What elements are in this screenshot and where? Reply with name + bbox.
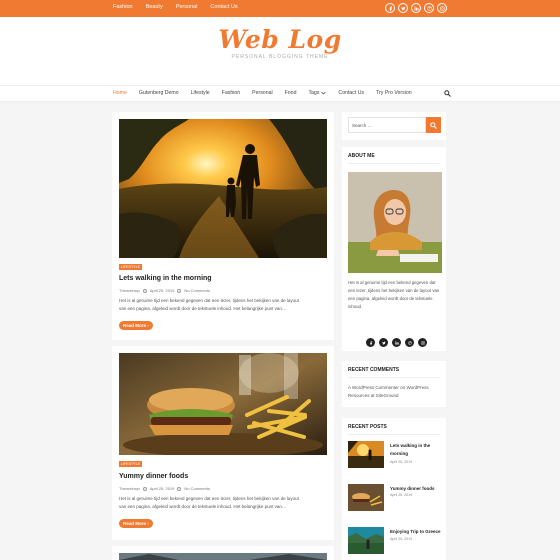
nav-item-home[interactable]: Home (113, 90, 127, 96)
nav-item-tags[interactable]: Tags (308, 90, 327, 96)
recent-post-title[interactable]: Yummy dinner foods (390, 485, 442, 493)
nav-item-food[interactable]: Food (285, 90, 297, 96)
top-social-links (385, 3, 447, 13)
comment-icon (177, 486, 182, 491)
nav-item-fashion[interactable]: Fashion (222, 90, 240, 96)
recent-posts-widget: Recent Posts Lets walking in the morning… (342, 418, 446, 560)
recent-post-date: April 25, 2019 (390, 460, 413, 464)
widget-title: About Me (348, 153, 375, 159)
recent-post-thumbnail[interactable] (348, 484, 384, 511)
post-card (112, 546, 334, 560)
post-featured-image-walking[interactable] (119, 119, 327, 258)
post-card: Lifestyle Yummy dinner foods Themeinwp A… (112, 346, 334, 540)
about-me-text: Het is al geruime tijd een bekend gegeve… (348, 280, 440, 309)
widget-divider (348, 163, 440, 164)
post-excerpt-line: van een pagina, afgeleid wordt door de t… (119, 306, 287, 311)
twitter-icon[interactable] (379, 338, 388, 347)
recent-post-item[interactable]: Yummy dinner foods April 25, 2019 (348, 484, 442, 511)
about-me-widget: About Me Het is al geruime tijd een beke… (342, 147, 446, 351)
twitter-icon[interactable] (398, 3, 408, 13)
site-tagline: Personal Blogging Theme (231, 54, 329, 60)
top-menu: Fashion Beauty Personal Contact Us (113, 4, 251, 10)
recent-post-thumbnail[interactable] (348, 527, 384, 554)
search-input[interactable]: Search … (348, 117, 426, 133)
widget-title: Recent Comments (348, 367, 400, 373)
instagram-icon[interactable] (437, 3, 447, 13)
linkedin-icon[interactable] (392, 338, 401, 347)
post-comments-link[interactable]: No Comments (184, 486, 210, 491)
search-icon (430, 121, 437, 129)
post-excerpt-line: van een pagina, afgeleid wordt door de t… (119, 504, 287, 509)
recent-post-date: April 25, 2019 (390, 537, 413, 541)
recent-post-title[interactable]: Lets walking in the morning (390, 442, 442, 457)
recent-post-title[interactable]: Enjoying Trip to Greece (390, 528, 442, 536)
post-comments-link[interactable]: No Comments (184, 288, 210, 293)
read-more-button[interactable]: Read More › (119, 321, 153, 330)
post-excerpt: Het is al geruime tijd een bekend gegeve… (119, 297, 329, 313)
recent-post-date: April 25, 2019 (390, 493, 413, 497)
dribbble-icon[interactable] (405, 338, 414, 347)
post-author[interactable]: Themeinwp (119, 486, 140, 491)
site-title[interactable]: Web Log (0, 25, 560, 54)
widget-divider (348, 377, 440, 378)
top-menu-item-contact[interactable]: Contact Us (210, 4, 237, 10)
widget-title: Recent Posts (348, 424, 387, 430)
post-excerpt: Het is al geruime tijd een bekend gegeve… (119, 495, 329, 511)
linkedin-icon[interactable] (411, 3, 421, 13)
post-excerpt-line: Het is al geruime tijd een bekend gegeve… (119, 496, 299, 501)
post-title[interactable]: Yummy dinner foods (119, 473, 188, 480)
top-bar: Fashion Beauty Personal Contact Us (0, 0, 560, 17)
comment-icon (177, 288, 182, 293)
post-author[interactable]: Themeinwp (119, 288, 140, 293)
recent-comment-item[interactable]: A WordPress Commenter on WordPress Resou… (348, 384, 442, 400)
main-navigation: Home Gutenberg Demo Lifestyle Fashion Pe… (0, 85, 560, 102)
nav-item-contact-us[interactable]: Contact Us (338, 90, 364, 96)
nav-item-tags-label: Tags (308, 90, 320, 96)
nav-item-try-pro[interactable]: Try Pro Version (376, 90, 412, 96)
search-widget: Search … (342, 112, 446, 140)
chevron-down-icon (321, 91, 327, 95)
nav-item-lifestyle[interactable]: Lifestyle (191, 90, 210, 96)
dribbble-icon[interactable] (424, 3, 434, 13)
recent-post-item[interactable]: Enjoying Trip to Greece April 25, 2019 (348, 527, 442, 554)
post-category-badge[interactable]: Lifestyle (119, 461, 142, 467)
top-menu-item-beauty[interactable]: Beauty (146, 4, 163, 10)
about-me-photo (348, 172, 442, 273)
recent-post-item[interactable]: Lets walking in the morning April 25, 20… (348, 441, 442, 468)
facebook-icon[interactable] (366, 338, 375, 347)
post-category-badge[interactable]: Lifestyle (119, 264, 142, 270)
about-social-links (366, 338, 427, 347)
facebook-icon[interactable] (385, 3, 395, 13)
post-excerpt-line: Het is al geruime tijd een bekend gegeve… (119, 298, 299, 303)
read-more-button[interactable]: Read More › (119, 519, 153, 528)
instagram-icon[interactable] (418, 338, 427, 347)
recent-comments-widget: Recent Comments A WordPress Commenter on… (342, 361, 446, 407)
post-card: Lifestyle Lets walking in the morning Th… (112, 112, 334, 340)
widget-divider (348, 434, 440, 435)
post-date[interactable]: April 25, 2019 (150, 288, 175, 293)
recent-post-thumbnail[interactable] (348, 441, 384, 468)
top-menu-item-fashion[interactable]: Fashion (113, 4, 133, 10)
nav-item-gutenberg-demo[interactable]: Gutenberg Demo (139, 90, 179, 96)
post-title[interactable]: Lets walking in the morning (119, 275, 212, 282)
clock-icon (142, 288, 147, 293)
search-submit-button[interactable] (426, 117, 441, 133)
search-icon[interactable] (444, 90, 451, 97)
post-featured-image-burger[interactable] (119, 353, 327, 455)
post-meta: Themeinwp April 25, 2019 No Comments (119, 486, 210, 491)
top-menu-item-personal[interactable]: Personal (176, 4, 198, 10)
nav-item-personal[interactable]: Personal (252, 90, 272, 96)
post-date[interactable]: April 25, 2019 (150, 486, 175, 491)
clock-icon (142, 486, 147, 491)
site-header: Web Log Personal Blogging Theme (0, 17, 560, 85)
post-meta: Themeinwp April 25, 2019 No Comments (119, 288, 210, 293)
post-featured-image[interactable] (119, 553, 327, 560)
